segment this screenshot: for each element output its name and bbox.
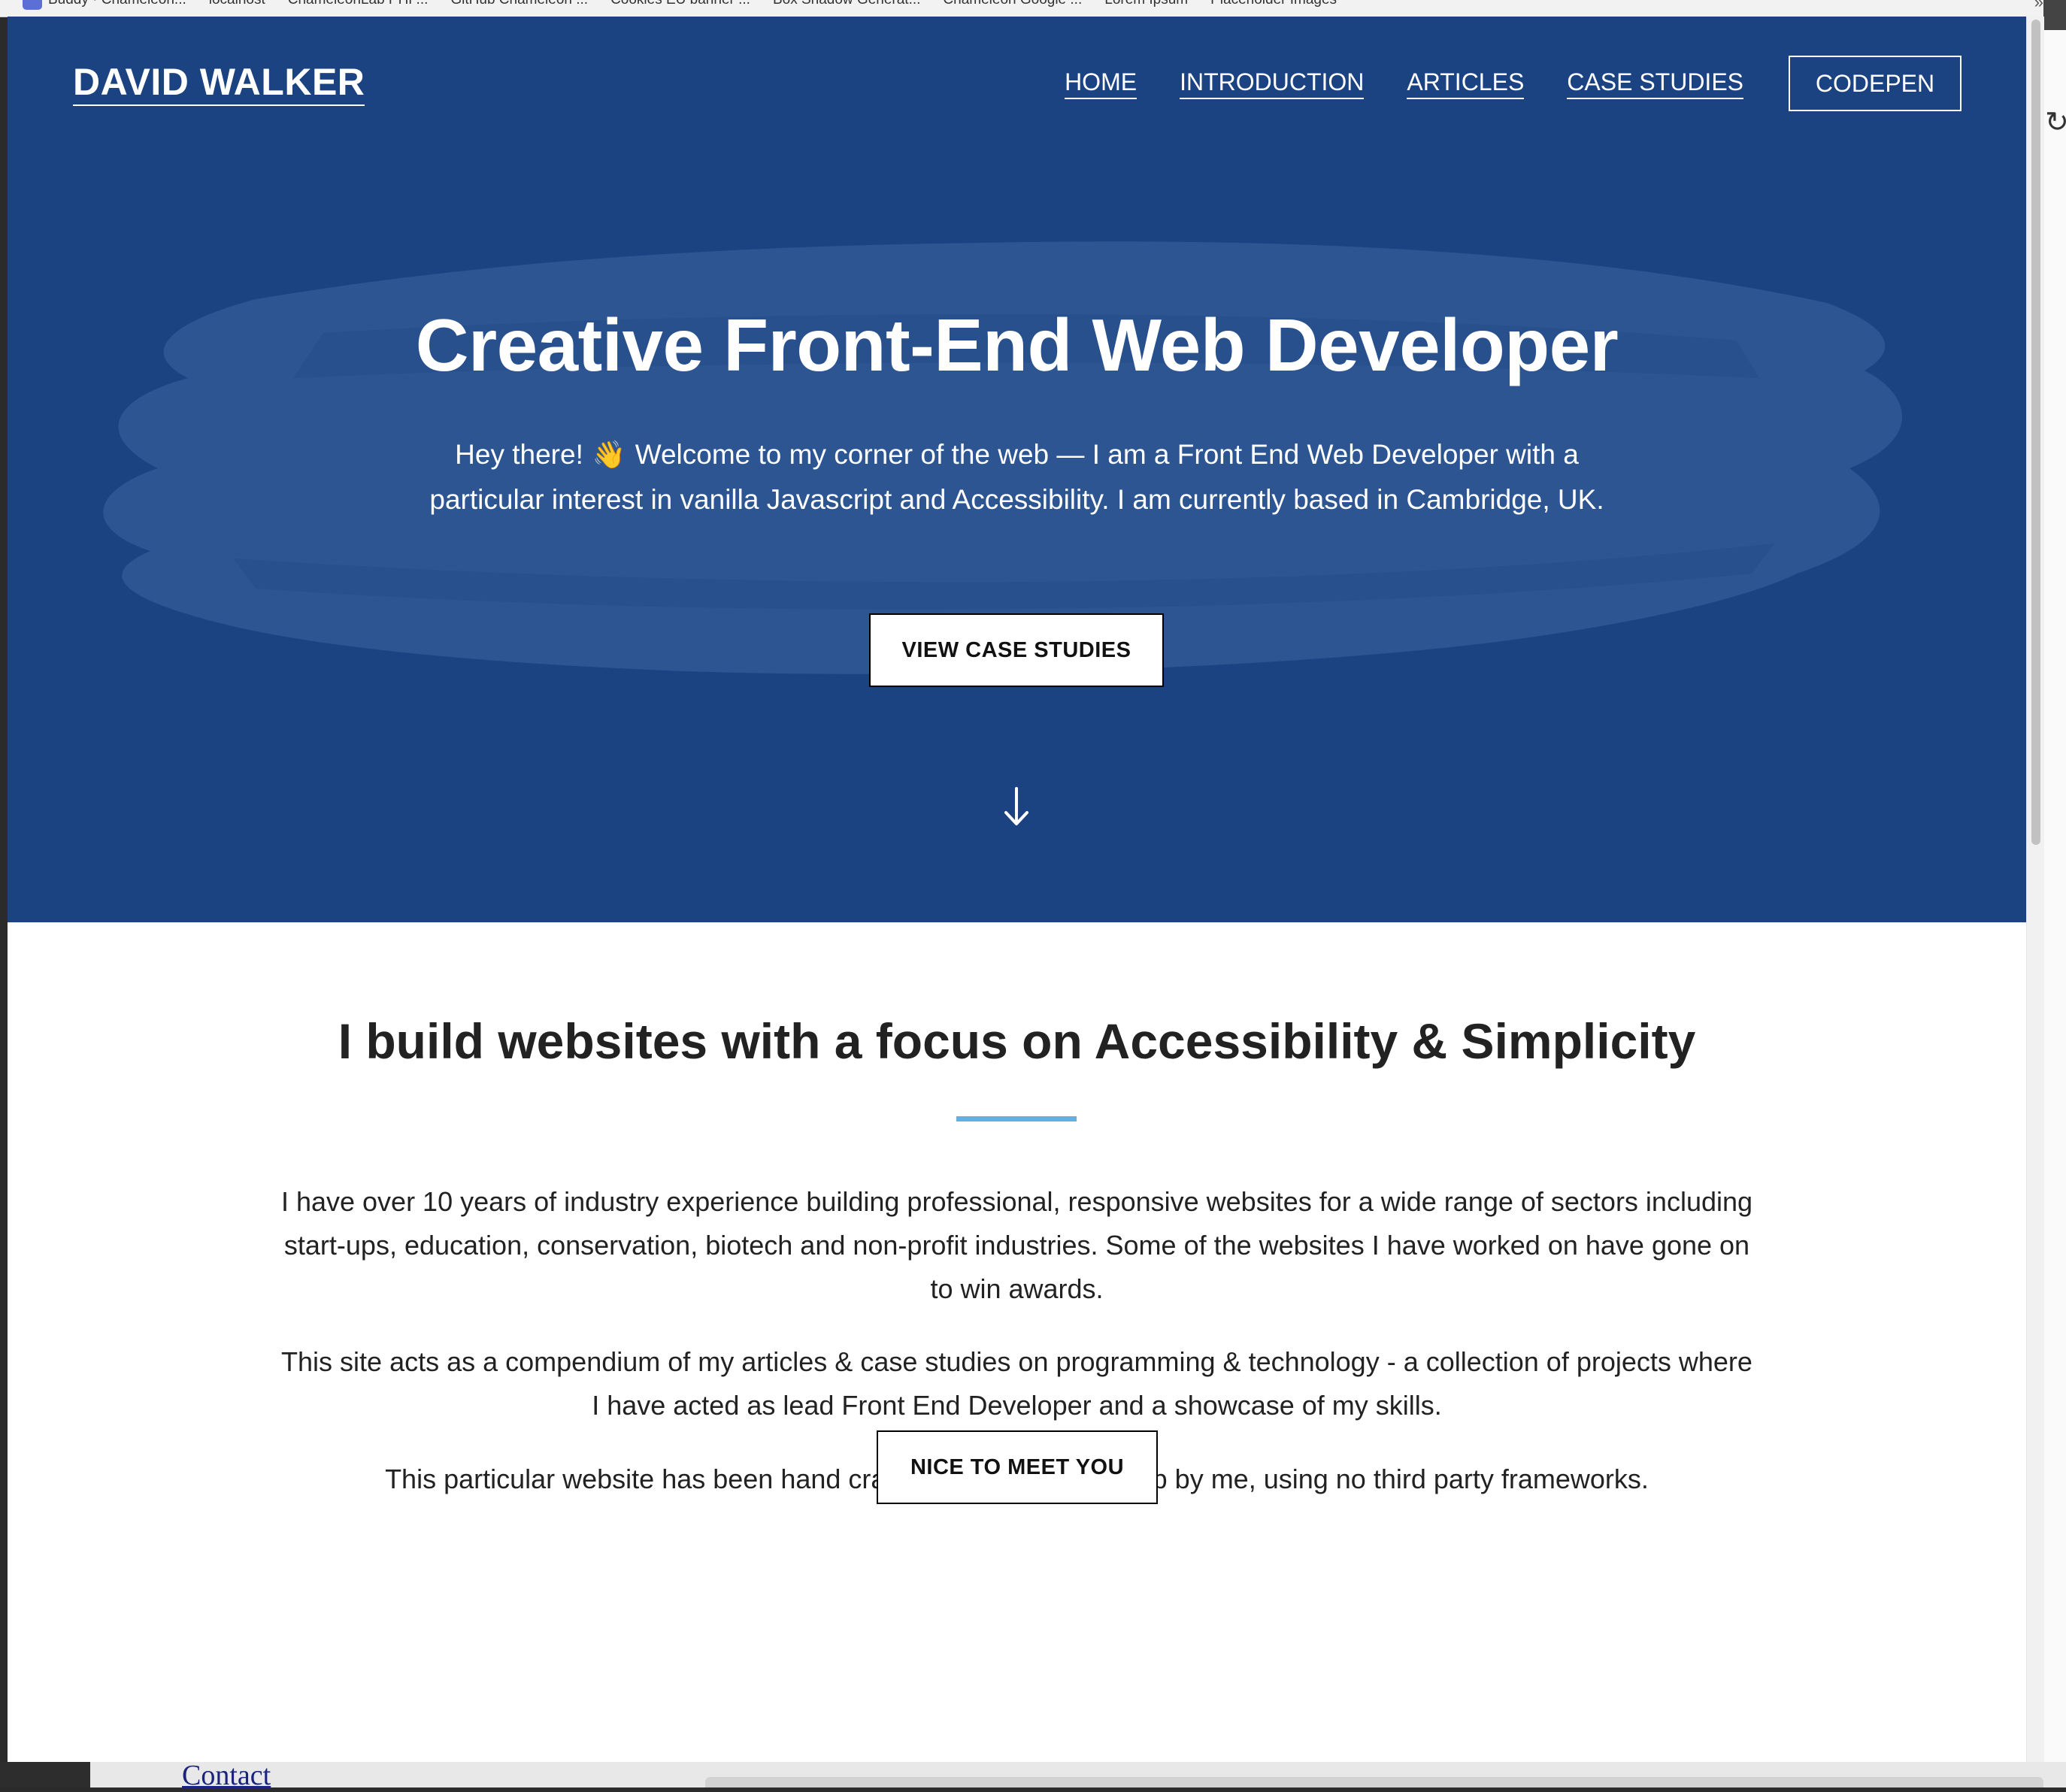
bookmark-favicon-icon xyxy=(23,0,42,10)
bookmark-item[interactable]: GitHub Chameleon ... xyxy=(450,0,588,8)
background-window-toolbar xyxy=(2043,0,2066,30)
bookmark-label: localhost xyxy=(209,0,265,8)
site-header: DAVID WALKER HOME INTRODUCTION ARTICLES … xyxy=(8,17,2026,154)
bookmark-item[interactable]: ChameleonLab PHP... xyxy=(288,0,429,8)
bookmarks-overflow-icon[interactable]: » xyxy=(2034,0,2043,12)
heading-divider xyxy=(956,1116,1077,1122)
bookmark-item[interactable]: Chameleon Google ... xyxy=(943,0,1082,8)
bookmark-label: Lorem Ipsum xyxy=(1104,0,1188,8)
bookmark-label: Cookies EU banner ... xyxy=(610,0,750,8)
intro-paragraph: This site acts as a compendium of my art… xyxy=(281,1346,1752,1421)
bookmark-label: ChameleonLab PHP... xyxy=(288,0,429,8)
nav-link-home[interactable]: HOME xyxy=(1065,68,1138,100)
bookmark-label: GitHub Chameleon ... xyxy=(450,0,588,8)
bookmark-label: Box Shadow Generat... xyxy=(773,0,920,8)
bookmark-item[interactable]: Cookies EU banner ... xyxy=(610,0,750,8)
scrollbar-thumb[interactable] xyxy=(2031,20,2040,845)
waving-hand-icon: 👋 xyxy=(592,439,626,470)
bookmark-item[interactable]: Box Shadow Generat... xyxy=(773,0,920,8)
bookmark-label: Placeholder Images xyxy=(1210,0,1337,8)
bookmark-label: Buddy · Chameleon... xyxy=(48,0,186,8)
reload-icon: ↻ xyxy=(2045,107,2066,138)
intro-heading: I build websites with a focus on Accessi… xyxy=(338,1013,1696,1069)
main-nav: HOME INTRODUCTION ARTICLES CASE STUDIES … xyxy=(1022,56,1961,111)
bookmark-item[interactable]: Lorem Ipsum xyxy=(1104,0,1188,8)
browser-viewport: DAVID WALKER HOME INTRODUCTION ARTICLES … xyxy=(8,17,2026,1762)
hero-intro-text: Hey there! 👋 Welcome to my corner of the w… xyxy=(398,432,1635,522)
site-logo[interactable]: DAVID WALKER xyxy=(73,62,365,106)
background-window-panel xyxy=(705,1777,2043,1787)
background-window-bottom: Contact xyxy=(0,1760,2066,1791)
bookmark-item[interactable]: Placeholder Images xyxy=(1210,0,1337,8)
background-contact-link[interactable]: Contact xyxy=(182,1759,271,1792)
nice-to-meet-you-button[interactable]: NICE TO MEET YOU xyxy=(877,1430,1158,1504)
background-window-edge: ↻ xyxy=(2043,0,2066,1787)
intro-paragraph: I have over 10 years of industry experie… xyxy=(280,1186,1753,1304)
bookmark-label: Chameleon Google ... xyxy=(943,0,1082,8)
codepen-button[interactable]: CODEPEN xyxy=(1789,56,1961,111)
background-window-corner xyxy=(0,1762,90,1787)
nav-link-articles[interactable]: ARTICLES xyxy=(1407,68,1525,100)
arrow-down-icon[interactable] xyxy=(997,784,1036,829)
bookmark-item[interactable]: Buddy · Chameleon... xyxy=(23,0,186,10)
nav-link-case-studies[interactable]: CASE STUDIES xyxy=(1567,68,1743,100)
vertical-scrollbar[interactable] xyxy=(2026,17,2044,1762)
nav-link-introduction[interactable]: INTRODUCTION xyxy=(1180,68,1365,100)
view-case-studies-button[interactable]: VIEW CASE STUDIES xyxy=(869,613,1164,687)
hero-greeting: Hey there! xyxy=(455,439,583,470)
bookmark-item[interactable]: localhost xyxy=(209,0,265,8)
hero-title: Creative Front-End Web Developer xyxy=(415,304,1619,386)
hero-section: Creative Front-End Web Developer Hey the… xyxy=(8,153,2026,922)
bookmarks-bar: Buddy · Chameleon... localhost Chameleon… xyxy=(0,0,2066,17)
introduction-section: I build websites with a focus on Accessi… xyxy=(8,922,2026,1762)
